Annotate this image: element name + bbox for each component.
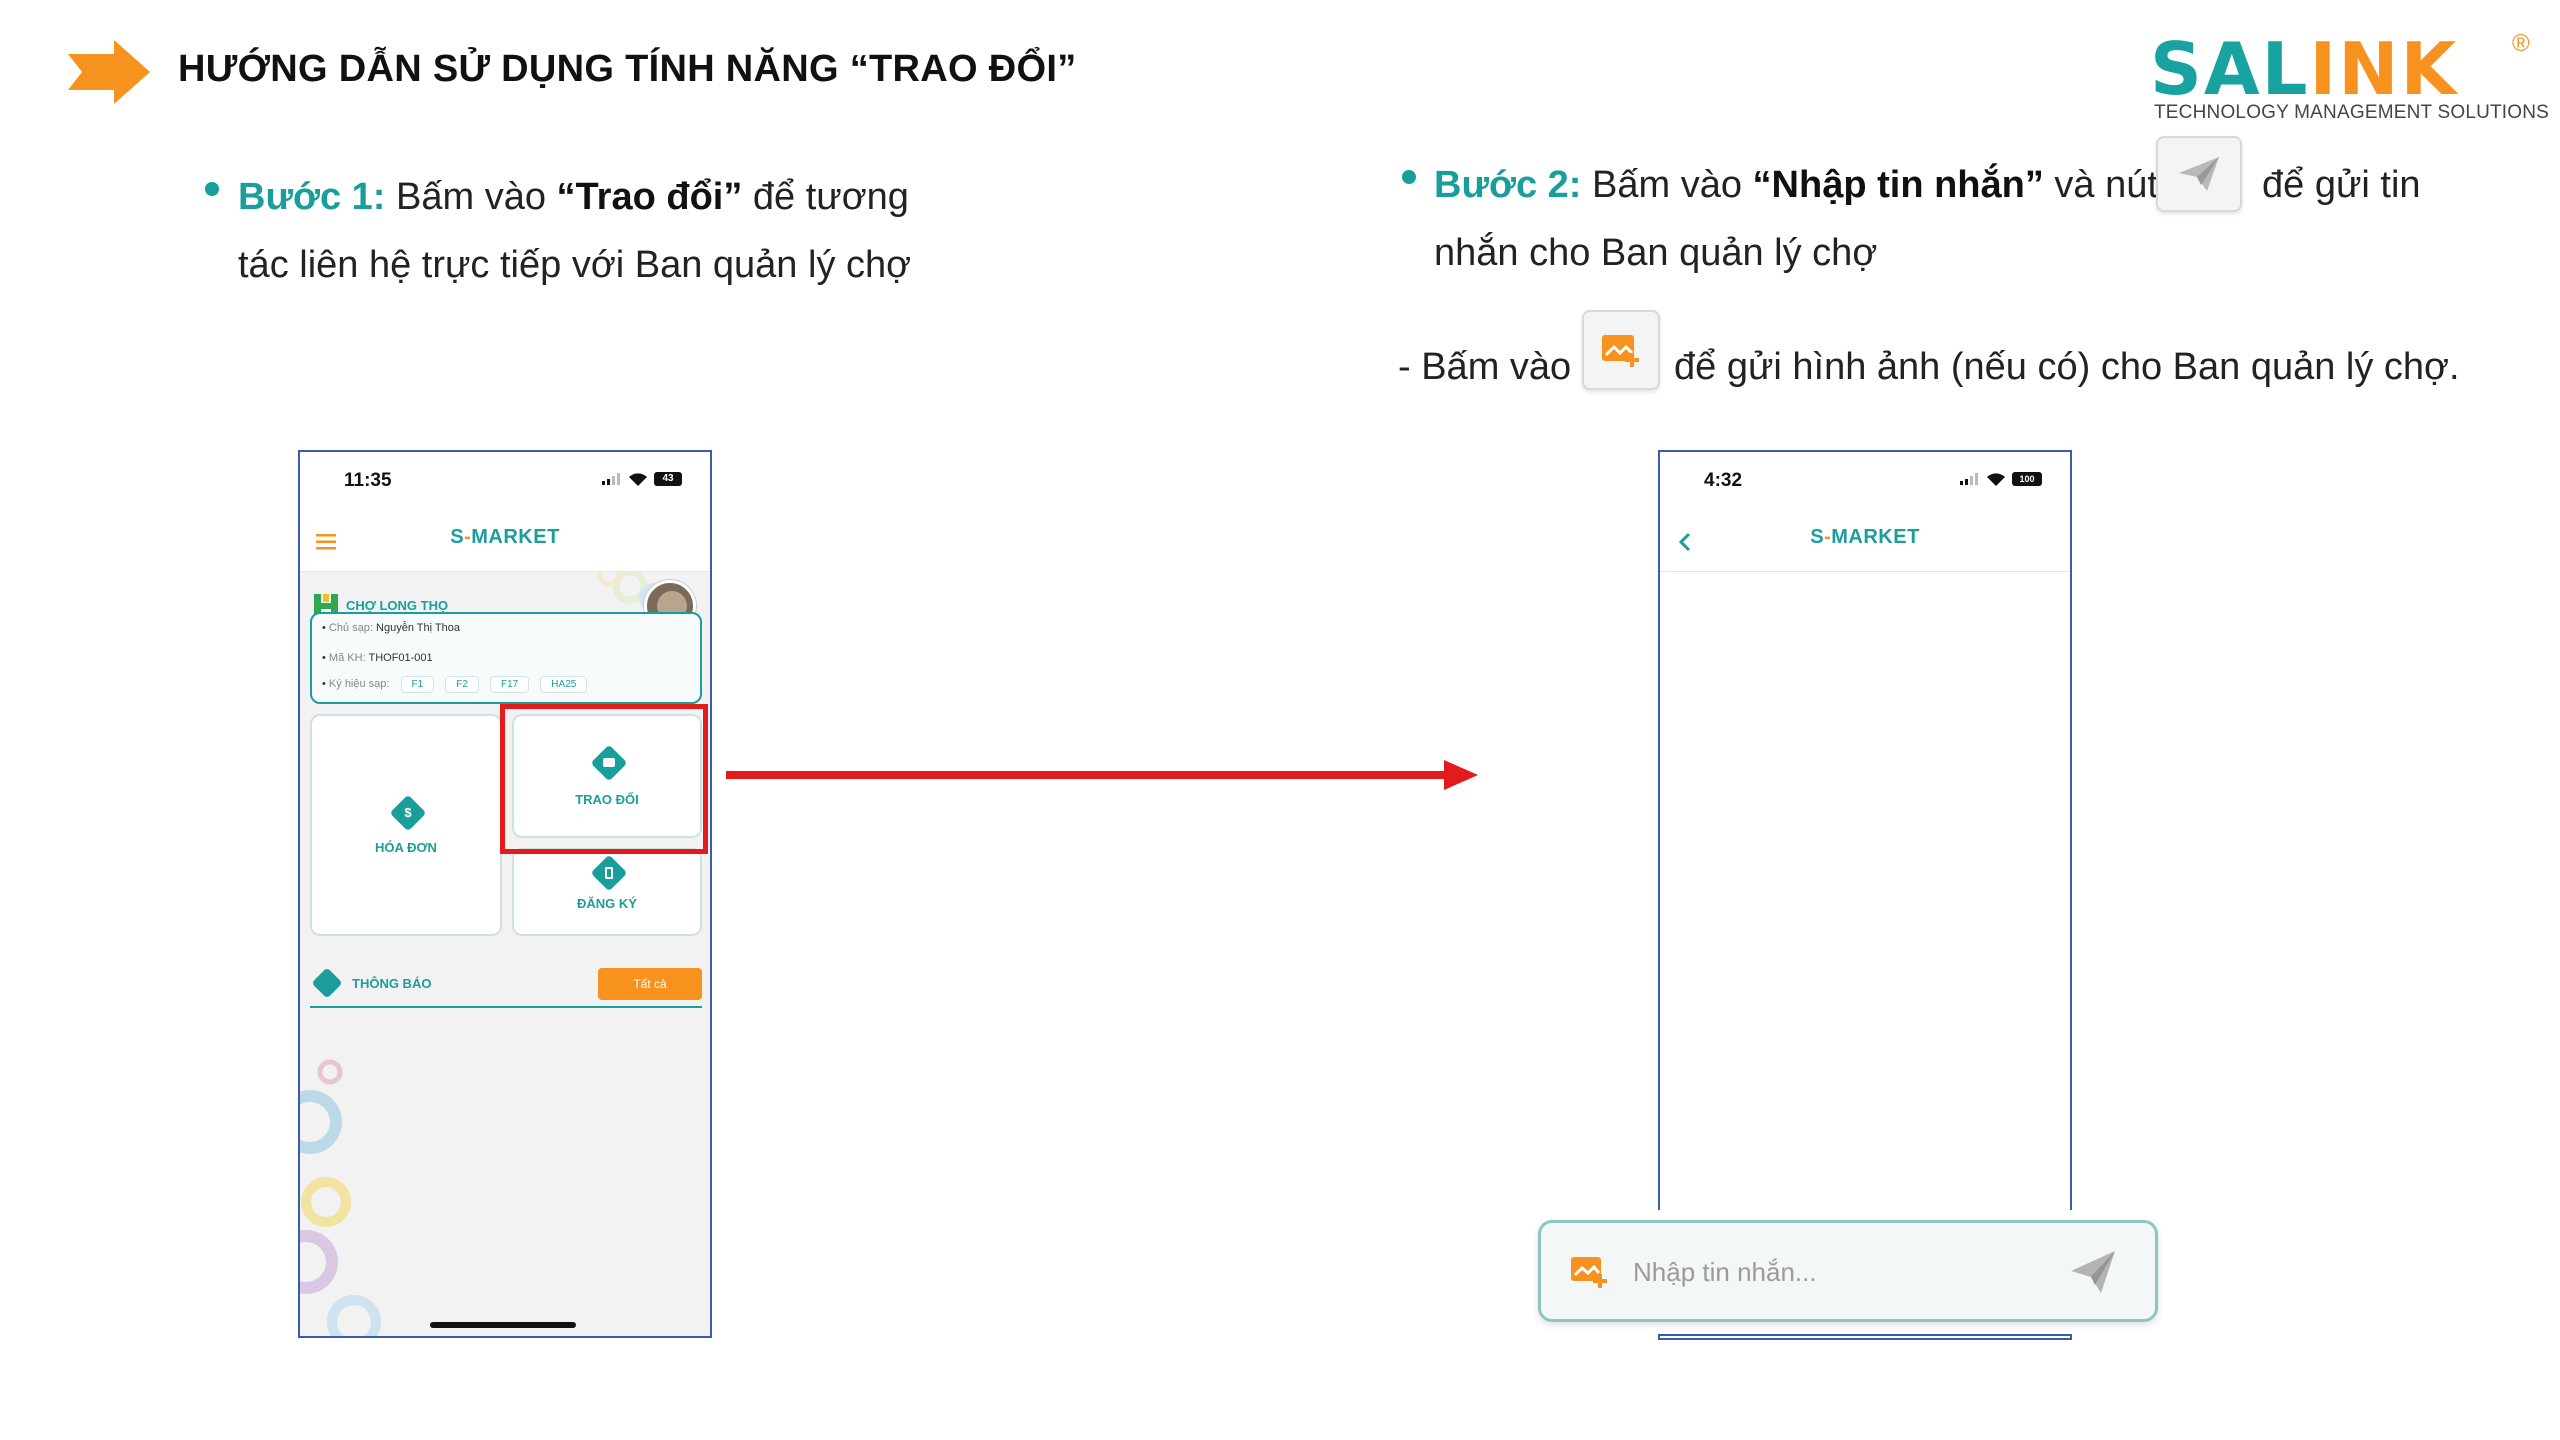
- signal-icon: [602, 473, 620, 485]
- step1-line1: Bước 1: Bấm vào “Trao đổi” để tương: [238, 176, 909, 218]
- see-all-button[interactable]: Tất cả: [598, 968, 702, 1000]
- phone-left: 11:35 43 S-MARKET CHỢ LONG THỌ • Chủ sạp…: [298, 450, 712, 1338]
- arrow-right-icon: [68, 40, 150, 104]
- notification-header: THÔNG BÁO Tất cả: [310, 964, 702, 1008]
- highlight-box: [500, 704, 708, 854]
- page-title: HƯỚNG DẪN SỬ DỤNG TÍNH NĂNG “TRAO ĐỔI”: [178, 48, 1077, 90]
- wifi-icon: [1987, 472, 2005, 486]
- phone-right-bottom-edge: [1658, 1334, 2072, 1336]
- status-bar: 4:32 100: [1660, 452, 2070, 512]
- app-bar: S-MARKET: [1660, 512, 2070, 572]
- salink-logo: SALINK ® TECHNOLOGY MANAGEMENT SOLUTIONS: [2150, 27, 2550, 123]
- send-icon[interactable]: [2069, 1249, 2117, 1295]
- wifi-icon: [629, 472, 647, 486]
- step2-line2: nhắn cho Ban quản lý chợ: [1434, 232, 1878, 274]
- invoice-tile[interactable]: $ HÓA ĐƠN: [310, 714, 502, 936]
- stall-chip[interactable]: F2: [445, 676, 479, 693]
- stall-chip[interactable]: F1: [400, 676, 435, 693]
- stall-info-card: • Chủ sạp: Nguyễn Thị Thoa • Mã KH: THOF…: [310, 612, 702, 704]
- stall-chip[interactable]: F17: [490, 676, 530, 693]
- battery-icon: 43: [654, 472, 682, 486]
- app-bar: S-MARKET: [300, 512, 710, 572]
- decorative-rings: [300, 1059, 381, 1336]
- phone-right: 4:32 100 S-MARKET: [1658, 450, 2072, 1340]
- register-tile[interactable]: ĐĂNG KÝ: [512, 848, 702, 936]
- step2-line1-end: để gửi tin: [2262, 164, 2421, 206]
- app-brand: S-MARKET: [450, 526, 560, 548]
- step1-line2: tác liên hệ trực tiếp với Ban quản lý ch…: [238, 244, 912, 286]
- battery-icon: 100: [2012, 472, 2042, 486]
- app-brand: S-MARKET: [1810, 526, 1920, 548]
- status-bar: 11:35 43: [300, 452, 710, 512]
- home-indicator: [430, 1322, 576, 1328]
- logo-tagline: TECHNOLOGY MANAGEMENT SOLUTIONS: [2154, 102, 2550, 123]
- message-input[interactable]: [1633, 1249, 2053, 1295]
- flow-arrow-icon: [726, 760, 1478, 790]
- bell-icon: [311, 967, 343, 999]
- step2-line1: Bước 2: Bấm vào “Nhập tin nhắn” và nút: [1434, 164, 2158, 206]
- signal-icon: [1960, 473, 1978, 485]
- add-image-icon[interactable]: [1569, 1253, 1611, 1291]
- message-composer: [1538, 1220, 2158, 1322]
- stall-chip[interactable]: HA25: [540, 676, 588, 693]
- note-prefix: - Bấm vào: [1398, 346, 1572, 388]
- add-image-icon: [1582, 310, 1660, 390]
- bullet: [1402, 170, 1416, 184]
- bullet: [205, 182, 219, 196]
- send-icon: [2156, 136, 2242, 212]
- note-suffix: để gửi hình ảnh (nếu có) cho Ban quản lý…: [1674, 346, 2460, 388]
